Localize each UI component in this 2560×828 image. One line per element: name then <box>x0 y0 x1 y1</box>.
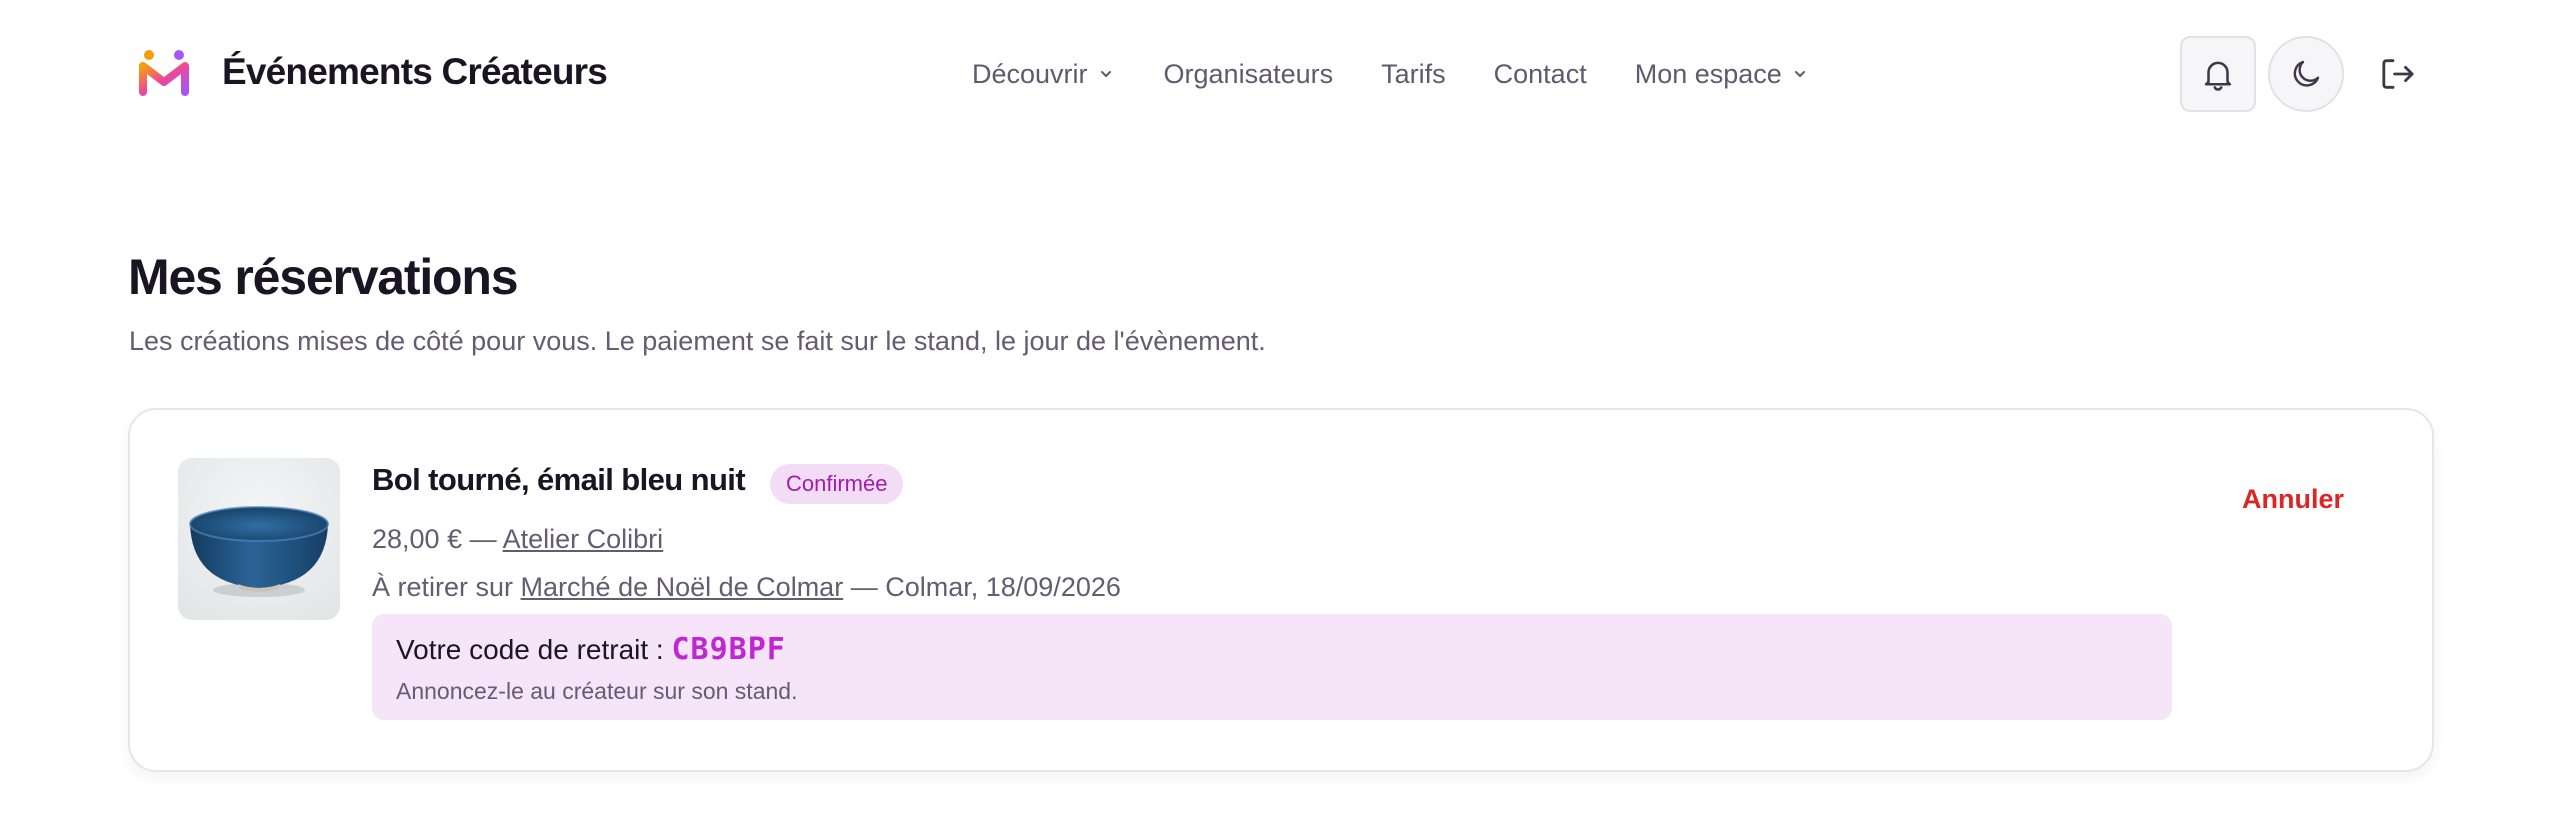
event-link[interactable]: Marché de Noël de Colmar <box>521 572 844 602</box>
nav-item-label: Contact <box>1493 58 1587 89</box>
reservation-title: Bol tourné, émail bleu nuit <box>372 462 746 497</box>
price: 28,00 € <box>372 524 463 554</box>
status-badge: Confirmée <box>770 464 904 504</box>
cancel-button[interactable]: Annuler <box>2242 484 2344 515</box>
bell-icon <box>2204 61 2232 91</box>
brand[interactable]: Événements Créateurs <box>138 46 608 98</box>
brand-name: Événements Créateurs <box>222 51 608 92</box>
reservation-card: Bol tourné, émail bleu nuit Confirmée 28… <box>128 408 2434 772</box>
main-nav: Découvrir Organisateurs Tarifs Contact M… <box>972 54 1808 94</box>
nav-item-organisateurs[interactable]: Organisateurs <box>1164 59 1334 90</box>
nav-item-tarifs[interactable]: Tarifs <box>1381 59 1446 90</box>
nav-item-decouvrir[interactable]: Découvrir <box>972 59 1114 90</box>
separator: — <box>469 524 497 554</box>
moon-icon <box>2293 60 2320 87</box>
nav-item-label: Découvrir <box>972 58 1088 89</box>
pickup-code-row: Votre code de retrait : CB9BPF <box>396 632 786 667</box>
pickup-code: CB9BPF <box>671 632 786 667</box>
chevron-down-icon <box>1100 71 1111 77</box>
theme-toggle-button[interactable] <box>2268 36 2344 112</box>
nav-item-contact[interactable]: Contact <box>1494 59 1587 90</box>
site-header: Événements Créateurs Découvrir Organisat… <box>0 0 2560 148</box>
pickup-line: À retirer sur Marché de Noël de Colmar —… <box>372 572 1121 603</box>
nav-item-label: Organisateurs <box>1163 58 1334 89</box>
pickup-prefix: À retirer sur <box>372 572 514 602</box>
logout-button[interactable] <box>2374 48 2422 100</box>
nav-item-mon-espace[interactable]: Mon espace <box>1635 59 1808 90</box>
pickup-code-label: Votre code de retrait : <box>396 634 664 665</box>
logout-icon <box>2382 59 2414 89</box>
page-subtitle: Les créations mises de côté pour vous. L… <box>129 326 1266 356</box>
event-location-date: — Colmar, 18/09/2026 <box>850 572 1121 602</box>
nav-item-label: Mon espace <box>1634 58 1782 89</box>
product-thumbnail <box>178 458 340 620</box>
bowl-image <box>178 458 340 620</box>
nav-item-label: Tarifs <box>1381 58 1446 89</box>
notifications-button[interactable] <box>2180 36 2256 112</box>
maker-link[interactable]: Atelier Colibri <box>503 524 664 554</box>
chevron-down-icon <box>1794 71 1805 77</box>
page-title: Mes réservations <box>128 249 519 305</box>
pickup-code-hint: Annoncez-le au créateur sur son stand. <box>396 678 798 704</box>
price-maker-line: 28,00 € — Atelier Colibri <box>372 524 663 555</box>
pickup-code-box: Votre code de retrait : CB9BPF Annoncez-… <box>372 614 2172 720</box>
brand-logo-icon <box>139 50 189 96</box>
